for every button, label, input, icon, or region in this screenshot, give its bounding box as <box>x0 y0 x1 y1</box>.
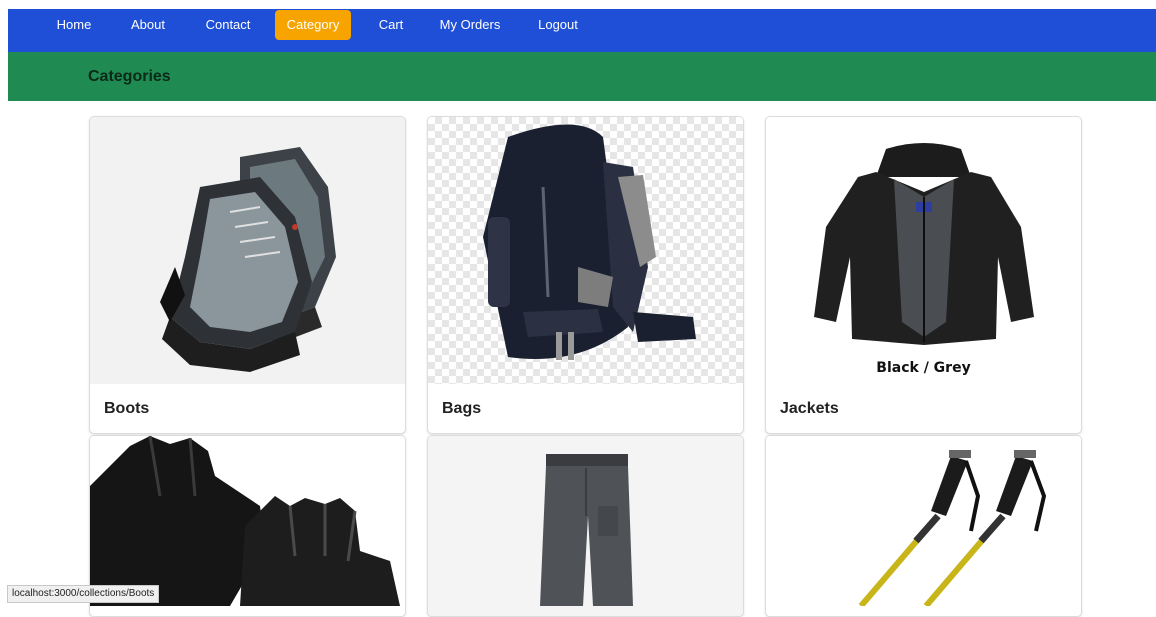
jacket-icon <box>814 143 1034 345</box>
category-card-boots[interactable]: Boots <box>89 116 406 434</box>
nav-home[interactable]: Home <box>52 9 96 52</box>
nav-contact[interactable]: Contact <box>202 9 254 52</box>
bags-image[interactable] <box>428 117 743 384</box>
category-card-bags[interactable]: Bags <box>427 116 744 434</box>
hiking-boot-icon <box>160 147 336 372</box>
nav-cart[interactable]: Cart <box>372 9 410 52</box>
pants-image[interactable] <box>428 436 743 616</box>
backpack-icon <box>483 124 696 360</box>
status-bar-url: localhost:3000/collections/Boots <box>7 585 160 603</box>
category-card-jackets[interactable]: Black / Grey Jackets <box>765 116 1082 434</box>
category-card-poles[interactable] <box>765 435 1082 617</box>
top-gap <box>0 0 1156 9</box>
trekking-poles-icon <box>858 450 1047 608</box>
nav-logout[interactable]: Logout <box>534 9 582 52</box>
navbar: Home About Contact Category Cart My Orde… <box>8 9 1156 52</box>
jacket-color-caption: Black / Grey <box>876 360 971 376</box>
nav-category[interactable]: Category <box>275 10 351 40</box>
category-label-bags[interactable]: Bags <box>442 400 481 418</box>
page-title: Categories <box>88 68 171 85</box>
poles-image[interactable] <box>766 436 1081 616</box>
jackets-image[interactable]: Black / Grey <box>766 117 1081 384</box>
boots-image[interactable] <box>90 117 405 384</box>
category-card-pants[interactable] <box>427 435 744 617</box>
nav-about[interactable]: About <box>125 9 171 52</box>
category-label-jackets[interactable]: Jackets <box>780 400 839 418</box>
categories-header: Categories <box>8 52 1156 101</box>
nav-my-orders[interactable]: My Orders <box>439 9 501 52</box>
category-label-boots[interactable]: Boots <box>104 400 149 418</box>
gloves-icon <box>90 436 400 606</box>
pants-icon <box>540 454 633 606</box>
